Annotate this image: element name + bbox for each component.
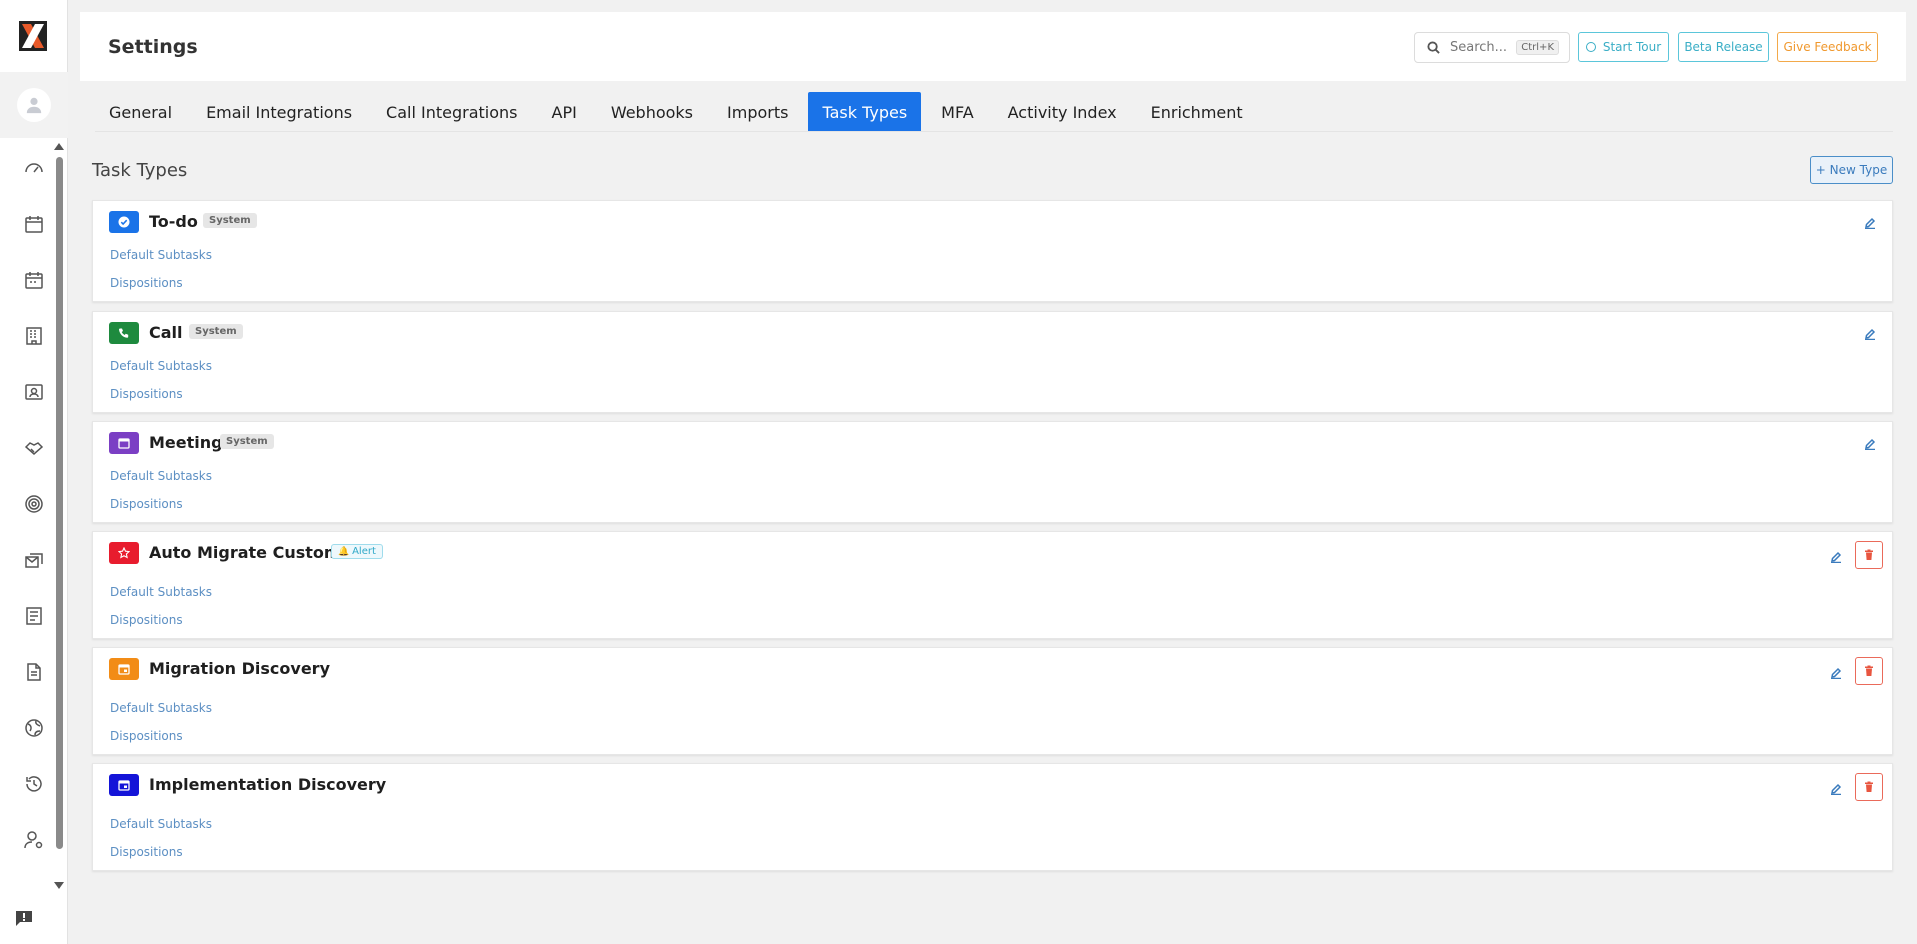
tab-email-integrations[interactable]: Email Integrations xyxy=(192,92,366,132)
task-type-card: Auto Migrate Customer 🔔 Alert Default Subt… xyxy=(92,531,1893,639)
system-badge: System xyxy=(189,324,243,339)
dashboard-icon[interactable] xyxy=(22,156,46,180)
page-title: Settings xyxy=(108,36,198,58)
default-subtasks-link[interactable]: Default Subtasks xyxy=(110,585,212,599)
task-type-card: Migration Discovery Default Subtasks Dispo… xyxy=(92,647,1893,755)
default-subtasks-link[interactable]: Default Subtasks xyxy=(110,701,212,715)
task-type-name: Auto Migrate Customer xyxy=(149,543,360,562)
dispositions-link[interactable]: Dispositions xyxy=(110,845,183,859)
trash-icon xyxy=(1865,665,1873,676)
alert-badge: 🔔 Alert xyxy=(331,544,383,559)
tab-activity-index[interactable]: Activity Index xyxy=(994,92,1131,132)
new-type-button[interactable]: + New Type xyxy=(1810,156,1893,184)
beta-release-button[interactable]: Beta Release xyxy=(1678,32,1769,62)
default-subtasks-link[interactable]: Default Subtasks xyxy=(110,469,212,483)
scroll-down-arrow[interactable] xyxy=(54,882,64,889)
sidebar xyxy=(0,0,68,944)
edit-icon[interactable] xyxy=(1864,325,1878,341)
tab-task-types[interactable]: Task Types xyxy=(808,92,922,132)
target-icon[interactable] xyxy=(22,492,46,516)
calendar-alt-icon[interactable] xyxy=(22,268,46,292)
tab-call-integrations[interactable]: Call Integrations xyxy=(372,92,531,132)
dispositions-link[interactable]: Dispositions xyxy=(110,387,183,401)
trash-icon xyxy=(1865,549,1873,560)
task-type-card: Meeting System Default Subtasks Disposition… xyxy=(92,421,1893,523)
tab-api[interactable]: API xyxy=(538,92,591,132)
edit-icon[interactable] xyxy=(1830,548,1844,564)
default-subtasks-link[interactable]: Default Subtasks xyxy=(110,817,212,831)
play-circle-icon xyxy=(1585,42,1596,52)
check-circle-icon xyxy=(109,211,139,233)
delete-button[interactable] xyxy=(1855,541,1883,569)
globe-icon[interactable] xyxy=(22,716,46,740)
page-header: Settings Search... Ctrl+K Start Tour Bet… xyxy=(80,12,1906,81)
edit-icon[interactable] xyxy=(1830,664,1844,680)
tabs-divider xyxy=(95,131,1893,132)
tab-enrichment[interactable]: Enrichment xyxy=(1137,92,1257,132)
dispositions-link[interactable]: Dispositions xyxy=(110,276,183,290)
app-logo[interactable] xyxy=(19,21,47,51)
badge-label: Alert xyxy=(352,546,376,557)
system-badge: System xyxy=(203,213,257,228)
feedback-icon[interactable] xyxy=(15,910,33,926)
tab-imports[interactable]: Imports xyxy=(713,92,802,132)
task-type-name: Implementation Discovery xyxy=(149,775,387,794)
history-icon[interactable] xyxy=(22,772,46,796)
search-input[interactable]: Search... xyxy=(1450,40,1507,55)
task-type-name: To-do xyxy=(149,212,198,231)
dispositions-link[interactable]: Dispositions xyxy=(110,497,183,511)
task-type-name: Call xyxy=(149,323,183,342)
building-icon[interactable] xyxy=(22,324,46,348)
settings-tabs: General Email Integrations Call Integratio… xyxy=(95,92,1263,132)
give-feedback-button[interactable]: Give Feedback xyxy=(1777,32,1878,62)
calendar-event-icon xyxy=(109,774,139,796)
dispositions-link[interactable]: Dispositions xyxy=(110,729,183,743)
edit-icon[interactable] xyxy=(1864,435,1878,451)
bell-icon: 🔔 xyxy=(338,547,353,557)
delete-button[interactable] xyxy=(1855,657,1883,685)
trash-icon xyxy=(1865,781,1873,792)
calendar-event-icon xyxy=(109,658,139,680)
checklist-icon[interactable] xyxy=(22,604,46,628)
task-type-card: Implementation Discovery Default Subtasks… xyxy=(92,763,1893,871)
avatar[interactable] xyxy=(17,88,51,122)
calendar-icon[interactable] xyxy=(22,212,46,236)
edit-icon[interactable] xyxy=(1864,214,1878,230)
search-icon xyxy=(1427,41,1440,54)
start-tour-button[interactable]: Start Tour xyxy=(1578,32,1669,62)
mail-stack-icon[interactable] xyxy=(22,548,46,572)
search-shortcut-badge: Ctrl+K xyxy=(1516,40,1559,55)
system-badge: System xyxy=(220,434,274,449)
tab-mfa[interactable]: MFA xyxy=(927,92,987,132)
task-type-card: To-do System Default Subtasks Dispositions xyxy=(92,200,1893,302)
section-title: Task Types xyxy=(92,160,188,181)
user-settings-icon[interactable] xyxy=(22,828,46,852)
task-type-name: Migration Discovery xyxy=(149,659,330,678)
search-box[interactable]: Search... Ctrl+K xyxy=(1414,32,1570,63)
scroll-up-arrow[interactable] xyxy=(54,143,64,150)
phone-icon xyxy=(109,322,139,344)
star-icon xyxy=(109,542,139,564)
delete-button[interactable] xyxy=(1855,773,1883,801)
tab-webhooks[interactable]: Webhooks xyxy=(597,92,707,132)
document-icon[interactable] xyxy=(22,660,46,684)
dispositions-link[interactable]: Dispositions xyxy=(110,613,183,627)
default-subtasks-link[interactable]: Default Subtasks xyxy=(110,248,212,262)
handshake-icon[interactable] xyxy=(22,436,46,460)
tab-general[interactable]: General xyxy=(95,92,186,132)
sidebar-scrollbar[interactable] xyxy=(56,157,63,849)
default-subtasks-link[interactable]: Default Subtasks xyxy=(110,359,212,373)
contact-card-icon[interactable] xyxy=(22,380,46,404)
user-avatar-area[interactable] xyxy=(0,72,68,138)
task-type-card: Call System Default Subtasks Dispositions xyxy=(92,311,1893,413)
edit-icon[interactable] xyxy=(1830,780,1844,796)
task-type-name: Meeting xyxy=(149,433,223,452)
calendar-icon xyxy=(109,432,139,454)
